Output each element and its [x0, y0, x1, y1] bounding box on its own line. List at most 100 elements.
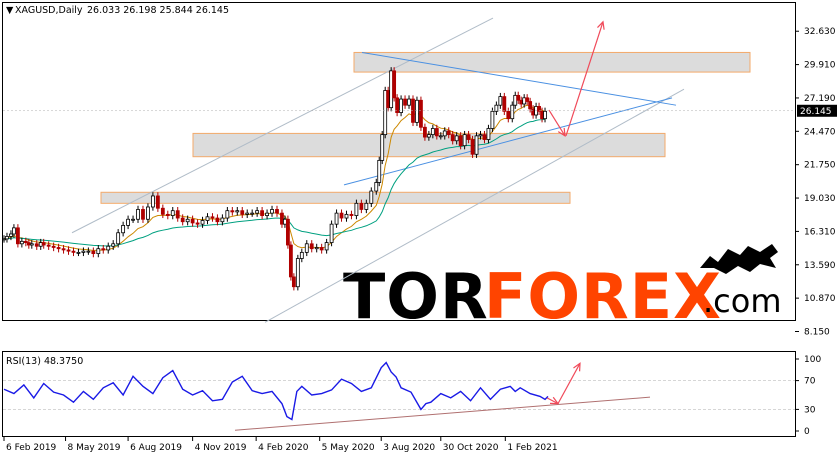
rsi-line [3, 361, 549, 421]
candle-body [386, 90, 391, 109]
candle-body [540, 110, 544, 120]
chart-symbol-icon: ▼ [6, 5, 14, 16]
candle-body [9, 233, 13, 237]
price-zone [353, 51, 751, 73]
candle-body [170, 210, 175, 216]
candle-body [76, 251, 81, 254]
price-tick-label: 16.310 [804, 227, 836, 237]
candle-body [403, 98, 407, 106]
candle-body [205, 216, 210, 221]
candle-body [86, 250, 91, 253]
candle-body [525, 97, 530, 102]
candle-body [369, 190, 374, 204]
time-tick-label: 6 Feb 2019 [6, 443, 57, 453]
rsi-plot [3, 361, 795, 431]
current-price-label: 26.145 [800, 107, 832, 117]
time-tick-label: 3 Aug 2020 [383, 443, 435, 453]
candle-body [270, 209, 274, 214]
price-chart: TOR FOREX .com 26.145 ▼ XAGUSD,Daily 26.… [2, 2, 837, 453]
price-tick-label: 13.590 [804, 261, 836, 271]
candle-body [106, 245, 111, 251]
candle-body [15, 227, 20, 245]
time-tick-label: 8 May 2019 [68, 443, 121, 453]
rsi-tick-label: 70 [804, 377, 816, 387]
candle-body [46, 244, 51, 247]
candle-body [389, 70, 394, 109]
svg-text:.com: .com [703, 282, 782, 320]
candle-body [374, 182, 379, 192]
candle-body [29, 243, 34, 246]
candle-body [407, 98, 411, 106]
candle-body [531, 108, 536, 116]
time-tick-label: 30 Oct 2020 [443, 443, 499, 453]
candle-body [395, 97, 400, 113]
candle-body [438, 135, 443, 138]
candle-body [56, 247, 61, 250]
candle-body [470, 139, 475, 155]
candle-body [260, 210, 265, 216]
candle-body [280, 212, 284, 225]
candle-body [314, 247, 319, 250]
time-tick-label: 4 Nov 2019 [195, 443, 247, 453]
candle-body [51, 245, 56, 248]
candle-body [462, 134, 467, 147]
candle-body [380, 134, 385, 161]
candle-body [426, 134, 431, 138]
ma-fast-line [3, 104, 546, 252]
candle-body [442, 130, 447, 137]
candle-body [434, 128, 439, 137]
time-tick-label: 6 Aug 2019 [130, 443, 182, 453]
candle-body [126, 218, 130, 226]
candle-body [329, 223, 334, 243]
candle-body [190, 218, 195, 224]
candle-body [116, 232, 121, 245]
candle-body [38, 242, 43, 247]
candle-body [71, 250, 76, 253]
candle-body [26, 242, 31, 246]
svg-text:TOR: TOR [343, 260, 489, 333]
candle-body [160, 207, 165, 215]
candle-body [423, 126, 427, 138]
rsi-tick-label: 0 [804, 427, 810, 437]
candle-body [354, 202, 359, 216]
candle-body [383, 90, 388, 136]
candle-body [165, 213, 170, 216]
candle-body [283, 218, 287, 225]
candle-body [430, 128, 435, 136]
rsi-trend-line [234, 396, 651, 431]
candle-body [151, 195, 155, 208]
candle-body [215, 217, 220, 223]
candle-body [450, 134, 455, 142]
time-axis: 6 Feb 2019 8 May 2019 6 Aug 2019 4 Nov 2019… [3, 436, 558, 453]
candle-body [543, 110, 547, 120]
candle-body [528, 101, 533, 110]
candle-body [19, 240, 24, 245]
candle-body [250, 212, 255, 215]
candle-body [486, 128, 491, 140]
rsi-tick-label: 100 [804, 355, 821, 365]
candle-body [299, 251, 304, 259]
rsi-arrow-up [557, 363, 581, 404]
candle-body [41, 242, 46, 246]
candle-body [235, 210, 240, 213]
candle-body [334, 212, 339, 225]
svg-text:FOREX: FOREX [484, 260, 722, 333]
candle-body [131, 218, 135, 221]
price-tick-label: 8.150 [804, 328, 830, 338]
candle-body [185, 218, 190, 223]
candle-body [61, 248, 66, 251]
candle-body [210, 216, 215, 219]
price-tick-label: 19.030 [804, 194, 836, 204]
candle-body [478, 134, 483, 137]
candle-body [34, 243, 39, 247]
candle-body [66, 249, 71, 252]
candle-body [309, 243, 314, 250]
candle-body [101, 248, 106, 251]
candle-body [474, 135, 479, 155]
candle-body [506, 110, 511, 120]
price-tick-label: 21.750 [804, 161, 836, 171]
torforex-logo: TOR FOREX .com [343, 244, 782, 333]
candle-body [2, 238, 6, 241]
rsi-label: RSI(13) 48.3750 [6, 356, 83, 367]
candle-body [275, 209, 279, 214]
